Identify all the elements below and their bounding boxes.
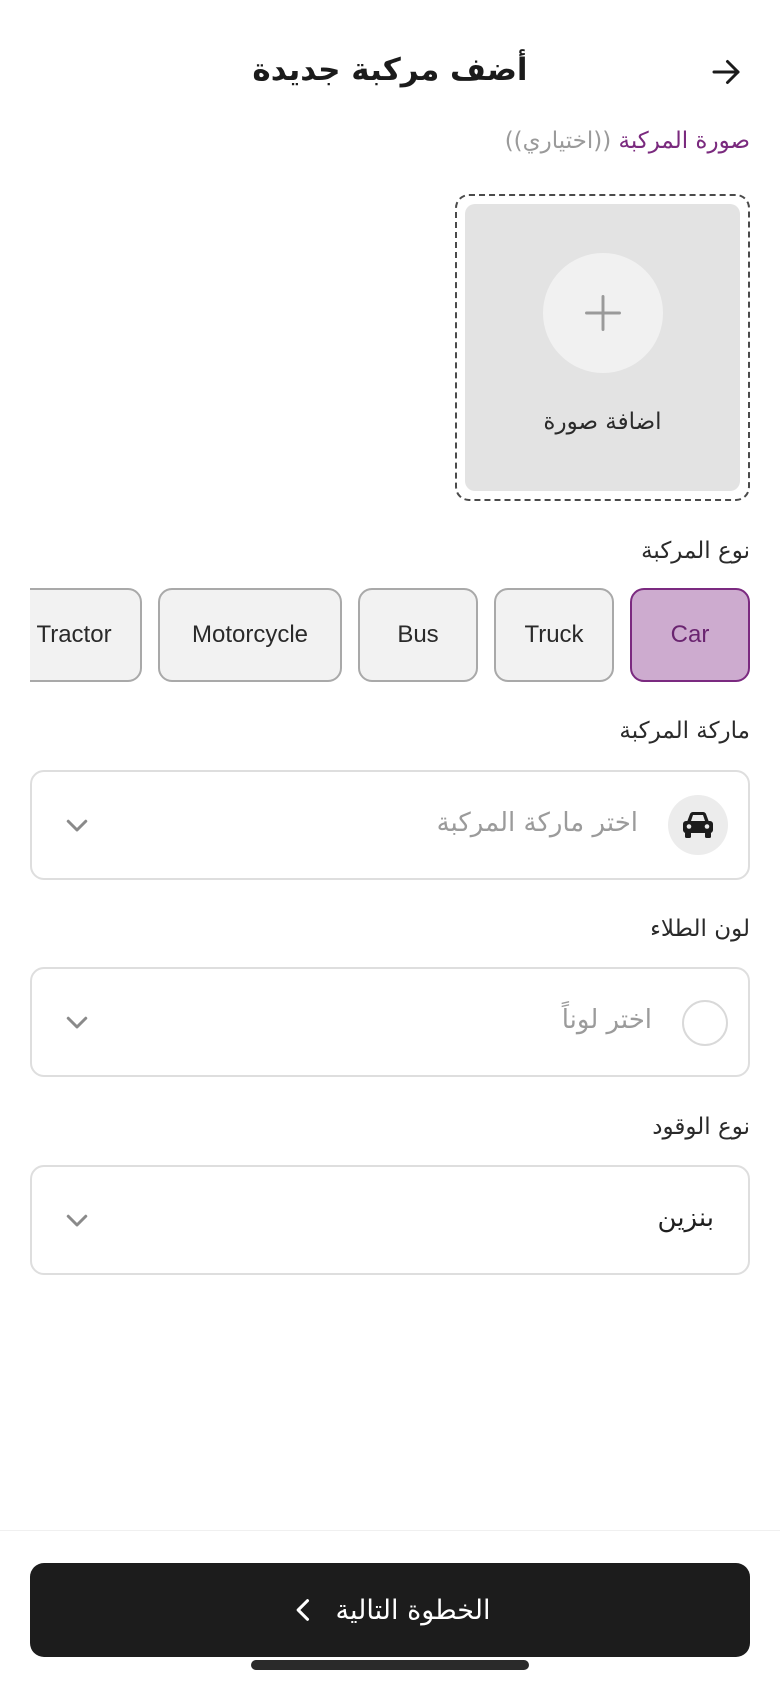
add-photo-button[interactable]: اضافة صورة: [455, 194, 750, 501]
chip-car[interactable]: Car: [630, 588, 750, 682]
add-vehicle-screen: أضف مركبة جديدة صورة المركبة ((اختياري))…: [0, 0, 780, 1688]
brand-label: ماركة المركبة: [619, 718, 750, 744]
brand-select[interactable]: اختر ماركة المركبة: [30, 770, 750, 880]
next-step-label: الخطوة التالية: [335, 1594, 491, 1626]
chip-truck[interactable]: Truck: [494, 588, 614, 682]
chip-motorcycle[interactable]: Motorcycle: [158, 588, 342, 682]
fuel-type-select[interactable]: بنزين: [30, 1165, 750, 1275]
paint-color-label: لون الطلاء: [650, 916, 750, 942]
next-step-button[interactable]: الخطوة التالية: [30, 1563, 750, 1657]
chevron-down-icon: [66, 819, 88, 832]
car-icon: [683, 812, 713, 838]
fuel-type-value: بنزين: [657, 1203, 714, 1233]
home-indicator: [251, 1660, 529, 1670]
add-photo-text: اضافة صورة: [543, 409, 662, 435]
vehicle-type-label: نوع المركبة: [641, 538, 750, 564]
plus-icon: [584, 295, 621, 331]
car-icon-badge: [668, 795, 728, 855]
chevron-down-icon: [66, 1214, 88, 1227]
chevron-left-icon: [296, 1599, 309, 1621]
chevron-down-icon: [66, 1016, 88, 1029]
photo-placeholder: اضافة صورة: [465, 204, 740, 491]
photo-optional-text: ((اختياري)): [504, 128, 612, 154]
photo-label: صورة المركبة ((اختياري)): [505, 128, 750, 154]
chip-bus[interactable]: Bus: [358, 588, 478, 682]
header: أضف مركبة جديدة: [0, 40, 780, 100]
fuel-type-label: نوع الوقود: [652, 1114, 750, 1140]
paint-color-placeholder: اختر لوناً: [561, 1005, 652, 1035]
brand-placeholder: اختر ماركة المركبة: [436, 808, 638, 838]
chip-tractor[interactable]: Tractor: [30, 588, 142, 682]
color-swatch: [682, 1000, 728, 1046]
paint-color-select[interactable]: اختر لوناً: [30, 967, 750, 1077]
page-title: أضف مركبة جديدة: [252, 52, 528, 88]
photo-label-text: صورة المركبة: [618, 128, 751, 154]
vehicle-type-chips: Car Truck Bus Motorcycle Tractor: [30, 588, 750, 684]
plus-circle: [542, 253, 663, 373]
